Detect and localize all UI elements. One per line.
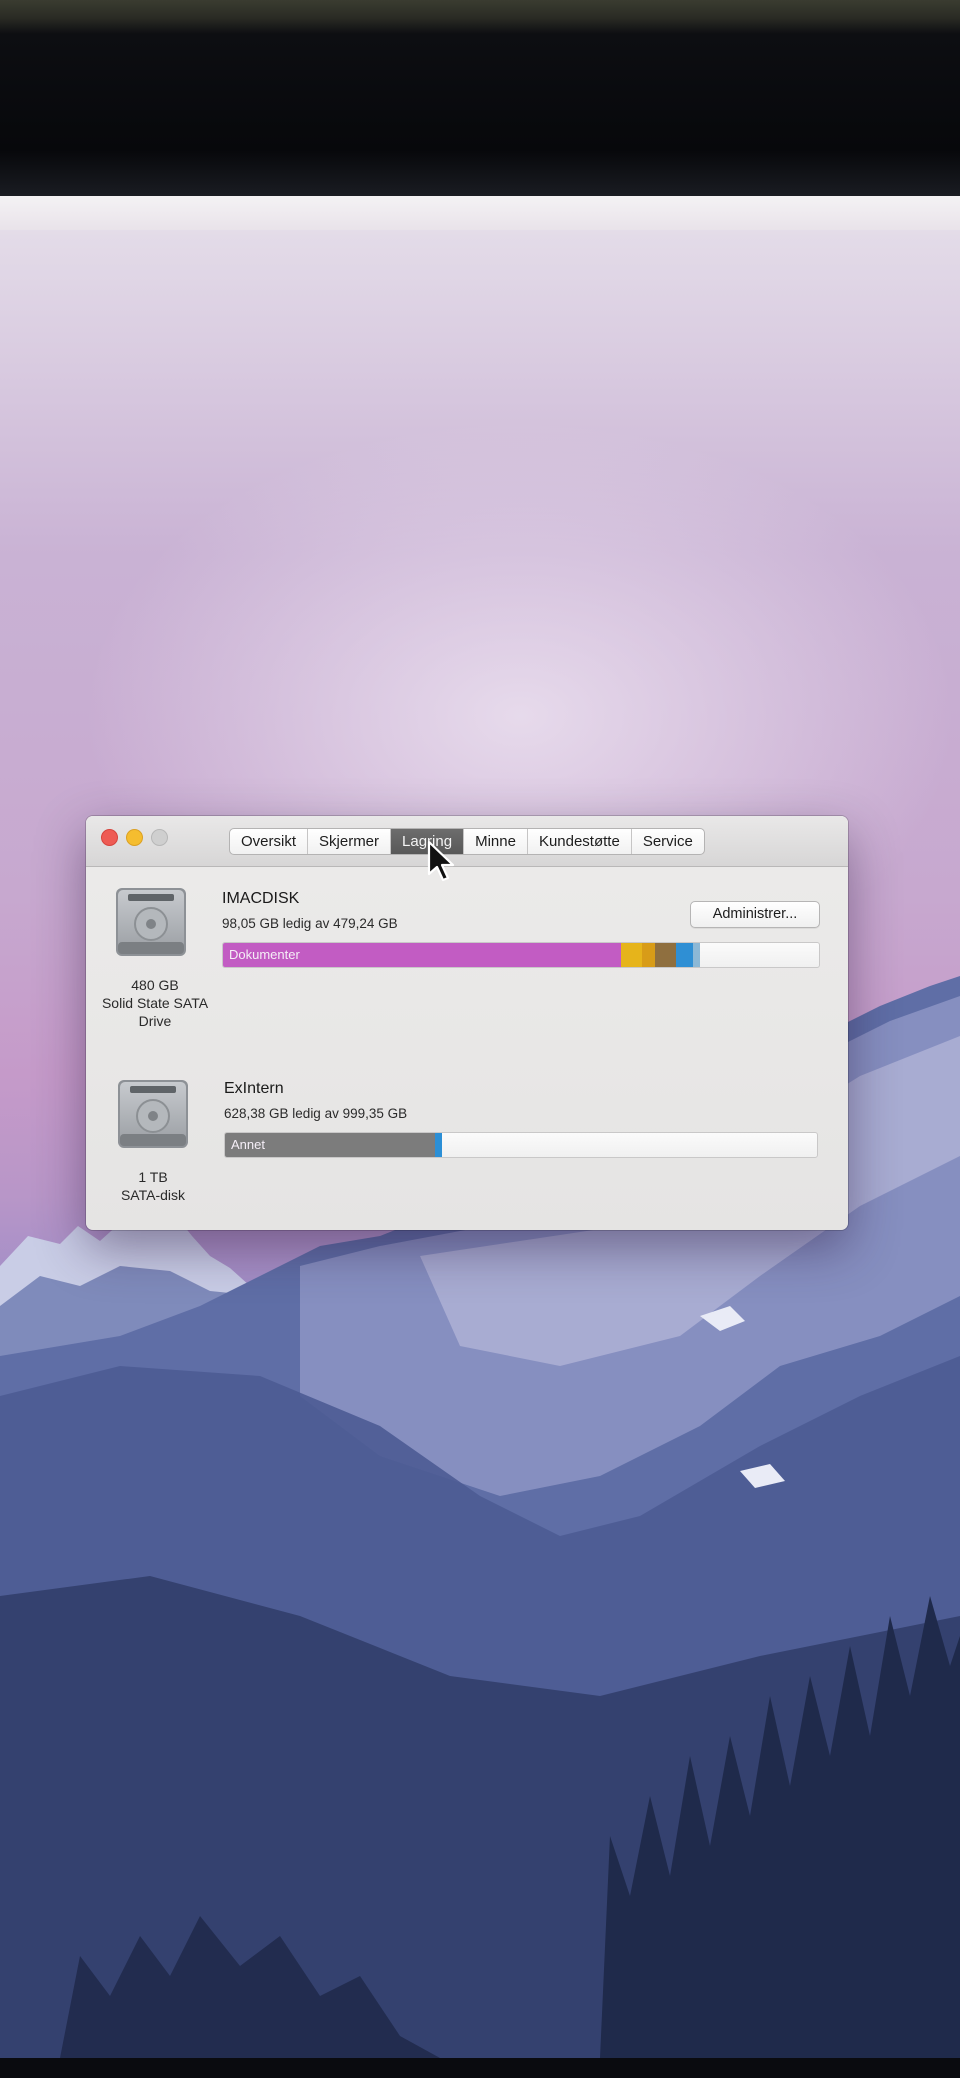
drive-caption: 480 GB Solid State SATA Drive [90, 976, 220, 1030]
drive-name: IMACDISK [222, 890, 300, 907]
tab-service[interactable]: Service [632, 829, 704, 854]
drive-type: SATA-disk [120, 1187, 186, 1203]
zoom-button[interactable] [151, 829, 168, 846]
tab-kundestotte[interactable]: Kundestøtte [528, 829, 632, 854]
storage-segment [620, 943, 642, 967]
desktop: Oversikt Skjermer Lagring Minne Kundestø… [0, 196, 960, 2058]
storage-segment [675, 943, 693, 967]
minimize-button[interactable] [126, 829, 143, 846]
tab-skjermer[interactable]: Skjermer [308, 829, 392, 854]
drive-name: ExIntern [224, 1080, 284, 1097]
drive-capacity: 1 TB [138, 1169, 168, 1185]
storage-segment [692, 943, 701, 967]
mouse-pointer-icon [427, 840, 455, 882]
tab-oversikt[interactable]: Oversikt [230, 829, 309, 854]
tab-bar: Oversikt Skjermer Lagring Minne Kundestø… [229, 828, 705, 855]
monitor-top-bezel [0, 0, 960, 200]
close-button[interactable] [101, 829, 118, 846]
storage-segment [641, 943, 656, 967]
storage-usage-bar: Dokumenter [222, 942, 820, 968]
storage-usage-bar: Annet [224, 1132, 818, 1158]
manage-button[interactable]: Administrer... [690, 901, 820, 928]
storage-bar-label: Dokumenter [229, 947, 300, 962]
window-titlebar: Oversikt Skjermer Lagring Minne Kundestø… [86, 816, 848, 882]
drive-caption: 1 TB SATA-disk [88, 1168, 218, 1204]
hard-drive-icon [116, 888, 186, 956]
drive-type: Solid State SATA [101, 995, 209, 1011]
storage-bar-label: Annet [231, 1137, 265, 1152]
storage-segment [655, 943, 676, 967]
hard-drive-icon [118, 1080, 188, 1148]
storage-segment [435, 1133, 443, 1157]
tab-minne[interactable]: Minne [464, 829, 528, 854]
drive-free-space: 628,38 GB ledig av 999,35 GB [224, 1106, 408, 1121]
drive-free-space: 98,05 GB ledig av 479,24 GB [222, 916, 398, 931]
monitor-bottom-bezel [0, 2058, 960, 2078]
drive-capacity: 480 GB [131, 977, 179, 993]
drive-type-cont: Drive [138, 1013, 172, 1029]
system-info-window: Oversikt Skjermer Lagring Minne Kundestø… [86, 816, 848, 1230]
